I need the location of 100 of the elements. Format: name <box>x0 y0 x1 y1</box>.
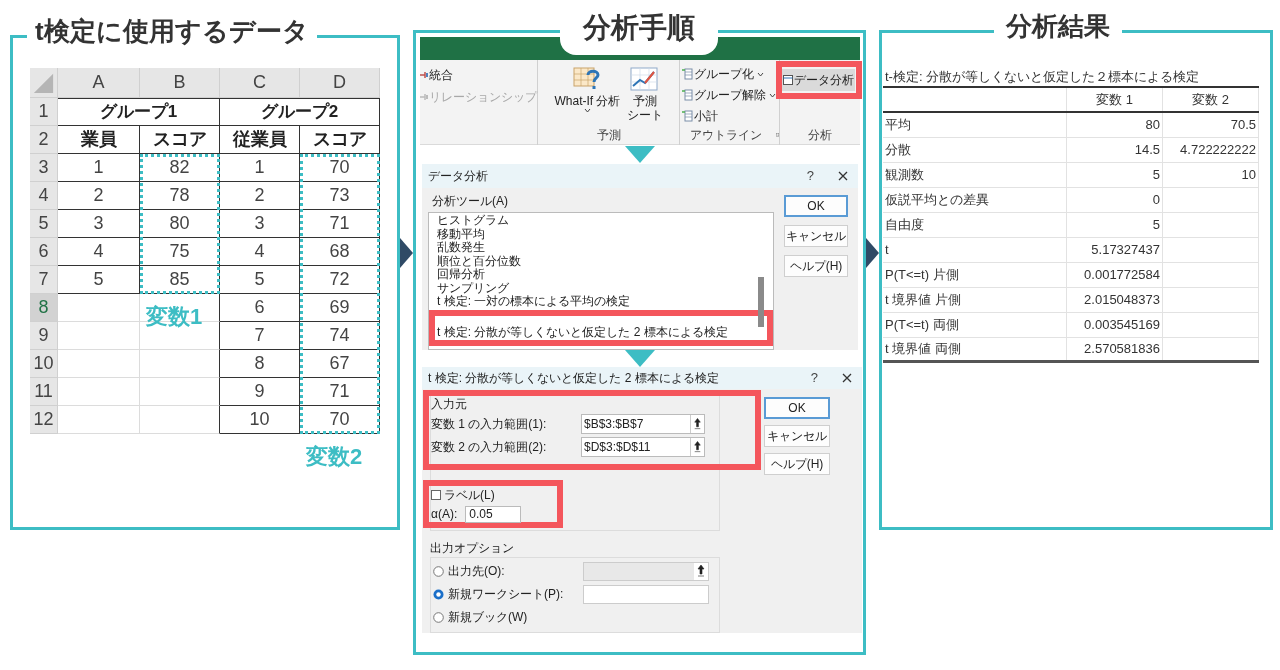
table-cell: 72 <box>300 266 380 294</box>
group-label: 出力オプション <box>430 540 515 557</box>
column-header[interactable]: C <box>220 68 300 98</box>
table-cell: 14.5 <box>1067 138 1163 162</box>
row-header[interactable]: 11 <box>30 378 58 406</box>
list-item[interactable]: t 検定: 一対の標本による平均の検定 <box>429 295 773 309</box>
row-header[interactable]: 12 <box>30 406 58 434</box>
ribbon-button[interactable]: What-If 分析 <box>554 66 621 113</box>
row-header[interactable]: 6 <box>30 238 58 266</box>
ribbon-button[interactable]: 統合 <box>420 66 537 84</box>
input-field[interactable]: $B$3:$B$7 <box>581 414 705 434</box>
table-cell: 2.570581836 <box>1067 338 1163 360</box>
table-cell: 1 <box>58 154 140 182</box>
list-item[interactable]: t 検定: 分散が等しくないと仮定した 2 標本による検定 <box>429 309 773 346</box>
table-cell: 4 <box>58 238 140 266</box>
table-cell: 2.015048373 <box>1067 288 1163 312</box>
outline-icon <box>682 68 693 80</box>
row-header[interactable]: 5 <box>30 210 58 238</box>
column-header[interactable]: B <box>140 68 220 98</box>
dialog-button[interactable]: キャンセル <box>784 225 848 247</box>
data-analysis-button[interactable]: データ分析 <box>782 69 855 91</box>
dialog-button[interactable]: ヘルプ(H) <box>784 255 848 277</box>
group-header-cell: グループ2 <box>220 98 380 126</box>
radio-option[interactable]: 新規ブック(W) <box>433 608 583 626</box>
column-header[interactable]: A <box>58 68 140 98</box>
row-header[interactable]: 7 <box>30 266 58 294</box>
checkbox[interactable] <box>431 490 441 500</box>
radio-option[interactable]: 出力先(O): <box>433 562 583 580</box>
close-icon <box>842 373 852 383</box>
radio-icon <box>433 588 444 600</box>
table-cell: 8 <box>220 350 300 378</box>
list-item[interactable]: サンプリング <box>429 281 773 295</box>
table-cell: 1 <box>220 154 300 182</box>
table-cell: 85 <box>140 266 220 294</box>
row-header[interactable]: 4 <box>30 182 58 210</box>
table-cell: 0.003545169 <box>1067 313 1163 337</box>
list-item[interactable]: 移動平均 <box>429 227 773 241</box>
field-label: 変数 2 の入力範囲(2): <box>431 439 548 456</box>
dialog-button[interactable]: キャンセル <box>764 425 830 447</box>
table-cell: 71 <box>300 378 380 406</box>
row-label: P(T<=t) 両側 <box>883 313 1067 337</box>
table-cell: 67 <box>300 350 380 378</box>
ribbon-button[interactable]: グループ化 <box>682 65 779 83</box>
dialog-button[interactable]: OK <box>764 397 830 419</box>
list-item[interactable]: 回帰分析 <box>429 268 773 282</box>
list-item[interactable]: 順位と百分位数 <box>429 254 773 268</box>
row-label: 平均 <box>883 113 1067 137</box>
table-cell: 71 <box>300 210 380 238</box>
group-label: 分析 <box>808 127 832 144</box>
arrow-icon <box>624 350 655 367</box>
row-header[interactable]: 1 <box>30 98 58 126</box>
table-cell: 4.722222222 <box>1163 138 1259 162</box>
outline-icon <box>682 89 693 101</box>
help-button[interactable]: ? <box>810 368 818 388</box>
table-cell: 5.17327437 <box>1067 238 1163 262</box>
range-select-icon <box>690 438 704 456</box>
dialog-launcher-icon <box>776 131 779 139</box>
table-cell: 73 <box>300 182 380 210</box>
variable-label: 変数1 <box>146 304 203 330</box>
group-label: アウトライン <box>690 127 762 144</box>
dialog-button[interactable]: OK <box>784 195 848 217</box>
radio-icon <box>433 565 444 577</box>
arrow-icon <box>624 146 655 163</box>
row-header[interactable]: 3 <box>30 154 58 182</box>
range-select-icon <box>690 415 704 433</box>
table-cell: 70.5 <box>1163 113 1259 137</box>
row-label: 自由度 <box>883 213 1067 237</box>
row-header[interactable]: 2 <box>30 126 58 154</box>
table-cell: 3 <box>220 210 300 238</box>
input-field[interactable]: $D$3:$D$11 <box>581 437 705 457</box>
table-cell: 5 <box>1067 213 1163 237</box>
radio-option[interactable]: 新規ワークシート(P): <box>433 585 583 603</box>
ribbon-button[interactable]: 予測 シート <box>626 66 663 122</box>
table-cell: スコア <box>300 126 380 154</box>
list-box[interactable]: ヒストグラム 移動平均 乱数発生 順位と百分位数 回帰分析 サンプリング t 検定: 一対の標本による平均の検定 t 検定: 分散が等しくないと仮定した 2 標本による検定 <box>428 212 774 350</box>
table-cell: 80 <box>140 210 220 238</box>
checkbox-label: ラベル(L) <box>444 487 495 504</box>
table-cell: スコア <box>140 126 220 154</box>
dialog-button[interactable]: ヘルプ(H) <box>764 453 830 475</box>
list-item[interactable]: ヒストグラム <box>429 214 773 228</box>
column-header[interactable]: D <box>300 68 380 98</box>
row-header[interactable]: 10 <box>30 350 58 378</box>
ribbon-button[interactable]: 小計 <box>682 107 779 125</box>
chart-icon <box>783 75 793 85</box>
row-label: t 境界値 片側 <box>883 288 1067 312</box>
input-field[interactable]: 0.05 <box>465 505 522 523</box>
input-field[interactable] <box>583 584 709 604</box>
field-label: 変数 1 の入力範囲(1): <box>431 416 548 433</box>
list-item[interactable]: 乱数発生 <box>429 241 773 255</box>
arrow-icon <box>866 238 879 268</box>
ribbon-button[interactable]: グループ解除 <box>682 86 779 104</box>
column-header: 変数 1 <box>1067 88 1163 111</box>
help-button[interactable]: ? <box>806 166 814 186</box>
table-cell: 10 <box>220 406 300 434</box>
group-label: 入力元 <box>431 397 468 411</box>
row-header[interactable]: 9 <box>30 322 58 350</box>
dialog-title: データ分析 <box>428 168 489 185</box>
group-label: 予測 <box>596 127 621 144</box>
outline-icon <box>682 110 693 122</box>
row-header[interactable]: 8 <box>30 294 58 322</box>
